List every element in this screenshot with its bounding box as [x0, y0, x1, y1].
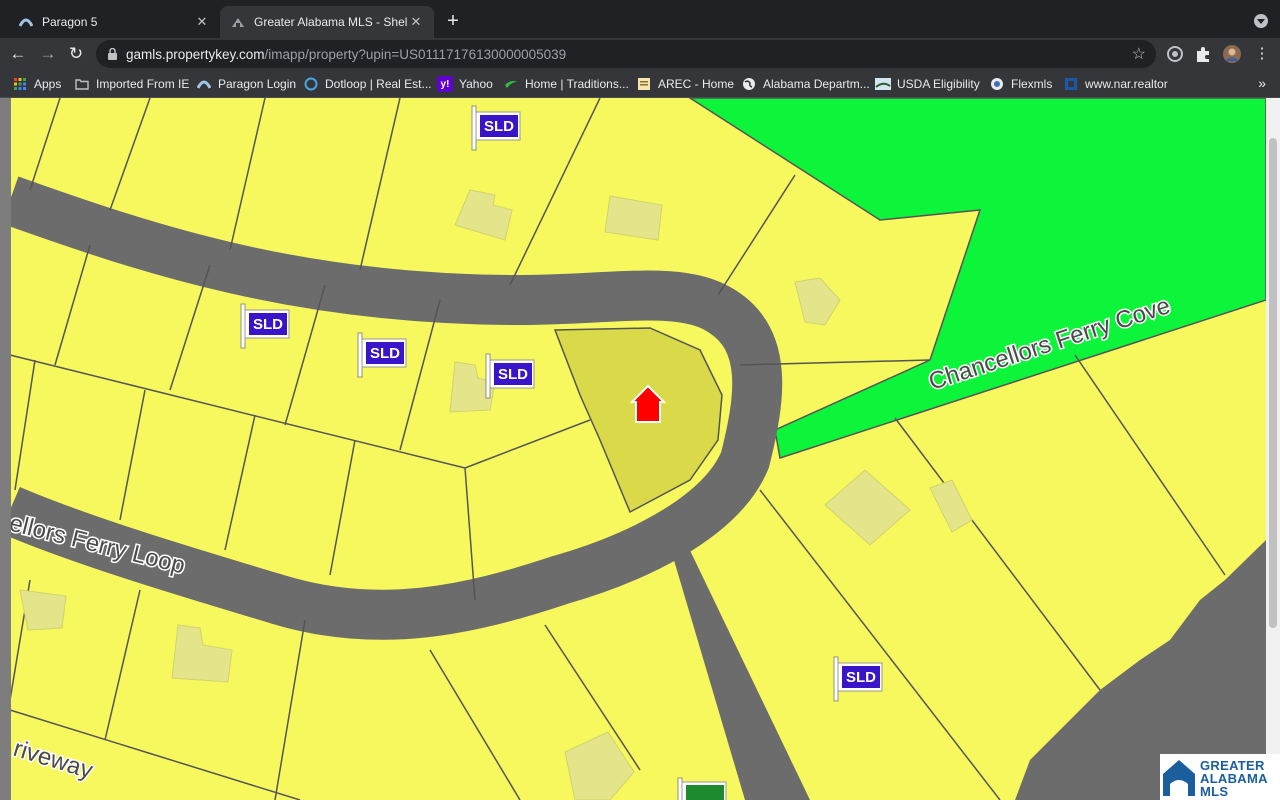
bookmark-traditions[interactable]: Home | Traditions... [503, 76, 629, 92]
lock-icon [108, 48, 117, 60]
paragon-icon [196, 76, 212, 92]
bookmark-label: Apps [34, 77, 62, 91]
bookmark-label: Dotloop | Real Est... [325, 77, 432, 91]
sold-marker-label: SLD [253, 316, 283, 333]
bookmark-label: Imported From IE [96, 77, 190, 91]
sold-marker-label: SLD [846, 669, 876, 686]
back-arrow-icon[interactable]: ← [6, 42, 30, 66]
folder-icon [74, 76, 90, 92]
browser-menu-icon[interactable]: ⋮ [1250, 42, 1274, 66]
bookmark-arec[interactable]: AREC - Home [636, 76, 734, 92]
building-footprint [19, 589, 67, 631]
bookmark-label: Alabama Departm... [763, 77, 870, 91]
bookmark-label: Home | Traditions... [525, 77, 629, 91]
extension-circle-icon[interactable] [1166, 45, 1184, 63]
reload-icon[interactable]: ↻ [64, 42, 88, 66]
bookmark-imported-from-ie[interactable]: Imported From IE [74, 76, 189, 92]
browser-toolbar: ← → ↻ gamls.propertykey.com/imapp/proper… [0, 38, 1280, 70]
new-tab-button[interactable]: + [442, 10, 464, 32]
address-bar[interactable]: gamls.propertykey.com/imapp/property?upi… [96, 40, 1156, 68]
sold-marker-label: SLD [484, 118, 514, 135]
bookmark-label: Paragon Login [218, 77, 297, 91]
yahoo-icon: y! [437, 76, 453, 92]
flexmls-icon [989, 76, 1005, 92]
url-path: /imapp/property?upin=US01117176130000005… [264, 47, 567, 62]
paragon-favicon-icon [18, 14, 34, 30]
logo-line-3: MLS [1200, 784, 1229, 799]
bookmarks-bar: Apps Imported From IE Paragon Login Dotl… [0, 70, 1280, 98]
bookmark-label: Yahoo [459, 77, 493, 91]
tab-paragon[interactable]: Paragon 5 ✕ [8, 6, 220, 38]
vertical-scrollbar[interactable] [1266, 98, 1280, 800]
url-text: gamls.propertykey.com/imapp/property?upi… [126, 47, 566, 62]
globe-icon [741, 76, 757, 92]
bookmark-alabama-department[interactable]: Alabama Departm... [741, 76, 870, 92]
more-bookmarks-button[interactable]: » [1258, 75, 1266, 91]
bookmark-label: USDA Eligibility [897, 77, 980, 91]
bookmark-label: AREC - Home [658, 77, 735, 91]
bookmark-nar[interactable]: www.nar.realtor [1063, 76, 1168, 92]
greater-alabama-mls-logo: GREATER ALABAMA MLS [1160, 754, 1280, 800]
bookmark-apps[interactable]: Apps [12, 76, 61, 92]
tab-gamls[interactable]: Greater Alabama MLS - Shelby ✕ [220, 6, 434, 38]
tab-close-icon[interactable]: ✕ [194, 14, 210, 30]
tab-title: Paragon 5 [42, 15, 98, 29]
sold-marker-label: SLD [370, 345, 400, 362]
usda-icon [875, 76, 891, 92]
parcel-map[interactable]: ellors Ferry Loop Chancellors Ferry Cove… [0, 98, 1266, 800]
bookmark-dotloop[interactable]: Dotloop | Real Est... [303, 76, 432, 92]
bookmark-paragon-login[interactable]: Paragon Login [196, 76, 296, 92]
logo-house-icon [1163, 760, 1195, 796]
dotloop-icon [303, 76, 319, 92]
forward-arrow-icon[interactable]: → [36, 42, 60, 66]
extensions-puzzle-icon[interactable] [1194, 45, 1212, 63]
tab-title: Greater Alabama MLS - Shelby [254, 15, 408, 29]
map-left-edge [0, 98, 11, 800]
nar-icon [1063, 76, 1079, 92]
bookmark-label: www.nar.realtor [1085, 77, 1168, 91]
sold-marker-label: SLD [498, 366, 528, 383]
bookmark-usda[interactable]: USDA Eligibility [875, 76, 980, 92]
bookmark-flexmls[interactable]: Flexmls [989, 76, 1052, 92]
bookmark-yahoo[interactable]: y! Yahoo [437, 76, 493, 92]
bookmark-label: Flexmls [1011, 77, 1053, 91]
gamls-favicon-icon [230, 14, 246, 30]
profile-avatar-icon[interactable] [1223, 45, 1241, 63]
url-host: gamls.propertykey.com [126, 47, 265, 62]
tab-strip: Paragon 5 ✕ Greater Alabama MLS - Shelby… [0, 0, 1280, 42]
scrollbar-thumb[interactable] [1269, 138, 1277, 628]
traditions-icon [503, 76, 519, 92]
bookmark-star-icon[interactable]: ☆ [1132, 44, 1146, 64]
tab-search-icon[interactable] [1254, 14, 1268, 28]
map-viewport[interactable]: ellors Ferry Loop Chancellors Ferry Cove… [0, 98, 1280, 800]
tab-close-icon[interactable]: ✕ [408, 14, 424, 30]
apps-grid-icon [12, 76, 28, 92]
arec-icon [636, 76, 652, 92]
